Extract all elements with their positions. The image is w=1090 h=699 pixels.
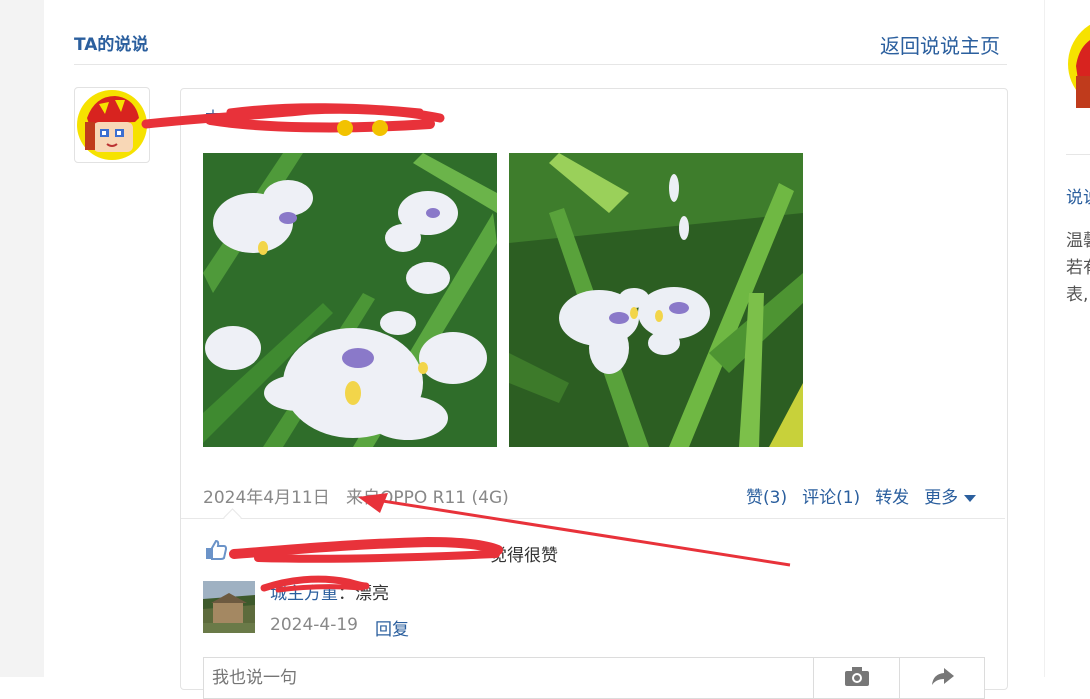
back-to-feed-link[interactable]: 返回说说主页 [880,30,1000,59]
thumbs-up-icon [206,540,227,560]
forward-button[interactable]: 转发 [875,483,909,508]
sidebar-text-line-1: 温馨 [1066,231,1090,251]
share-icon [931,668,954,685]
camera-icon [844,667,869,686]
header-divider [74,64,1007,65]
post-photo-2[interactable] [509,153,803,447]
sidebar-divider [1066,154,1090,155]
left-gutter [0,0,44,677]
reply-input[interactable] [204,658,812,698]
more-button[interactable]: 更多 [924,483,977,508]
insert-photo-button[interactable] [813,658,899,698]
post-date: 2024年4月11日 [203,488,330,508]
post-actions: 赞(3) 评论(1) 转发 更多 [746,483,977,508]
post-author-name[interactable]: 本 [205,104,221,128]
like-button[interactable]: 赞(3) [746,483,787,508]
post-source: 来自OPPO R11 (4G) [346,488,509,508]
caret-down-icon [964,494,977,502]
reply-box [203,657,985,699]
comment-date: 2024-4-19 [270,615,358,635]
more-label: 更多 [924,488,959,508]
likes-summary-row [205,540,227,560]
comment-text: ：漂亮 [338,584,389,604]
comment-reply-link[interactable]: 回复 [375,615,409,640]
post-divider [181,518,1005,519]
sidebar-text-line-3: 表, [1066,285,1089,305]
sidebar-section-title: 说说 [1066,188,1090,208]
share-button[interactable] [899,658,985,698]
page-title: TA的说说 [74,35,149,55]
comment-body: 城主方重：漂亮 [270,579,389,604]
comment-author[interactable]: 城主方重 [270,584,338,604]
post-photo-1[interactable] [203,153,497,447]
avatar[interactable] [74,87,150,163]
comment-avatar[interactable] [203,581,255,633]
comment-button[interactable]: 评论(1) [802,483,860,508]
sidebar-text-line-2: 若有 [1066,258,1090,278]
likes-summary-text: 觉得很赞 [490,546,558,566]
sidebar-avatar[interactable] [1066,16,1090,108]
